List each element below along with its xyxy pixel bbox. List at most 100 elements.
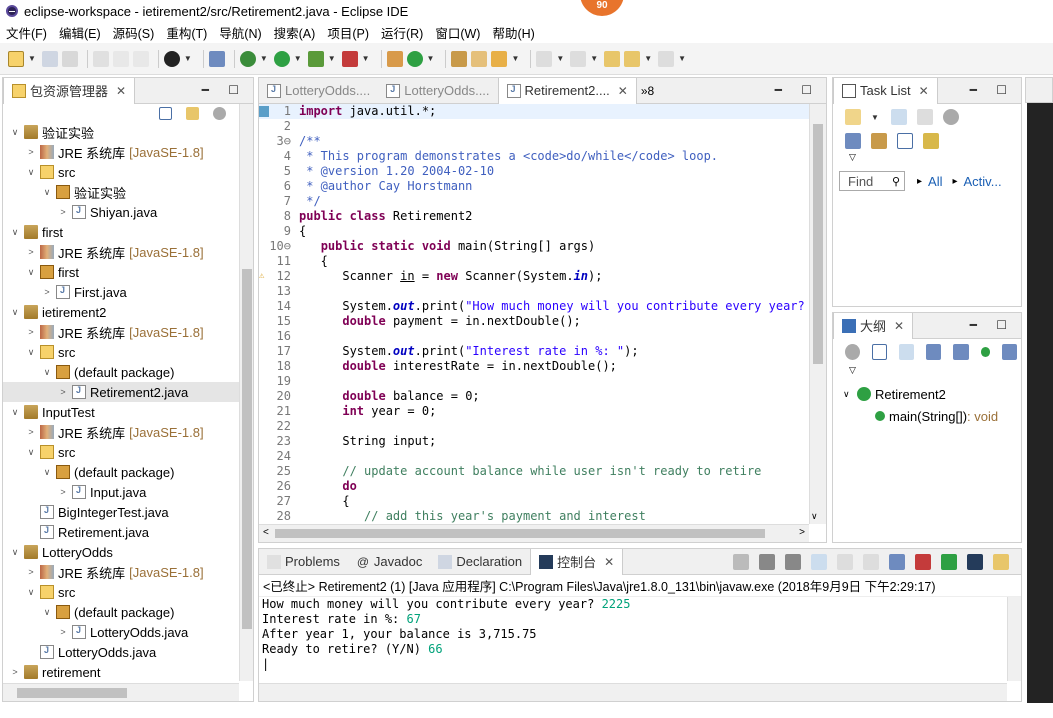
expand-arrow-icon[interactable]: ∨: [25, 587, 37, 598]
open-type-icon[interactable]: [451, 50, 468, 67]
tree-item[interactable]: > JRE 系统库 [JavaSE-1.8]: [3, 142, 239, 162]
expand-arrow-icon[interactable]: ∨: [9, 407, 21, 418]
tree-item[interactable]: ∨ ietirement2: [3, 302, 239, 322]
tree-item[interactable]: ∨ src: [3, 162, 239, 182]
editor-scrollbar-vertical[interactable]: ∨: [809, 104, 826, 524]
collapse-all-icon[interactable]: [897, 133, 913, 149]
expand-arrow-icon[interactable]: >: [57, 487, 69, 497]
display-console-icon[interactable]: [967, 554, 983, 570]
expand-arrow-icon[interactable]: >: [41, 287, 53, 297]
tab-outline[interactable]: 大纲 ✕: [833, 312, 914, 339]
show-whitespace-icon[interactable]: [132, 50, 149, 67]
last-edit-location-icon[interactable]: [604, 50, 621, 67]
tab-overflow-button[interactable]: »8: [641, 84, 654, 98]
tree-item[interactable]: ∨ InputTest: [3, 402, 239, 422]
remove-all-icon[interactable]: [785, 554, 801, 570]
synchronize-icon[interactable]: [923, 133, 939, 149]
expand-arrow-icon[interactable]: ∨: [9, 227, 21, 238]
minimize-maximize-icon[interactable]: ━ ☐: [970, 318, 1015, 332]
tree-item[interactable]: BigIntegerTest.java: [3, 502, 239, 522]
tree-item[interactable]: > Input.java: [3, 482, 239, 502]
focus-task-icon[interactable]: [213, 106, 227, 120]
view-menu-icon[interactable]: ▽: [833, 152, 1021, 166]
tab-declaration[interactable]: Declaration: [430, 549, 530, 575]
refactor-icon[interactable]: [112, 50, 129, 67]
filter-completed-icon[interactable]: [845, 133, 861, 149]
scheduled-icon[interactable]: [916, 109, 933, 125]
close-icon[interactable]: ✕: [618, 84, 628, 98]
expand-arrow-icon[interactable]: ∨: [41, 467, 53, 478]
console-output[interactable]: How much money will you contribute every…: [259, 597, 1007, 681]
categorize-icon[interactable]: [890, 109, 907, 125]
close-icon[interactable]: ✕: [894, 319, 904, 333]
expand-arrow-icon[interactable]: ∨: [9, 127, 21, 138]
focus-icon[interactable]: [942, 109, 959, 125]
tree-item[interactable]: > JRE 系统库 [JavaSE-1.8]: [3, 242, 239, 262]
tree-item[interactable]: ∨ 验证实验: [3, 182, 239, 202]
show-on-stdout-icon[interactable]: [889, 554, 905, 570]
hide-subtasks-icon[interactable]: [871, 133, 887, 149]
new-java-class-icon[interactable]: [406, 50, 423, 67]
tab-lotteryodds-1[interactable]: LotteryOdds....: [259, 78, 378, 104]
tree-item[interactable]: ∨ first: [3, 222, 239, 242]
expand-arrow-icon[interactable]: ∨: [25, 267, 37, 278]
expand-arrow-icon[interactable]: >: [57, 207, 69, 217]
save-all-icon[interactable]: [61, 50, 78, 67]
tab-console[interactable]: 控制台 ✕: [530, 548, 624, 575]
tab-javadoc[interactable]: @ Javadoc: [348, 549, 430, 575]
clear-console-icon[interactable]: [811, 554, 827, 570]
menu-item-6[interactable]: 项目(P): [327, 23, 369, 42]
tab-package-explorer[interactable]: 包资源管理器 ✕: [3, 77, 136, 104]
menu-item-5[interactable]: 搜索(A): [274, 23, 316, 42]
collapse-all-icon[interactable]: [872, 344, 888, 360]
tree-item[interactable]: > Shiyan.java: [3, 202, 239, 222]
tree-item[interactable]: Retirement.java: [3, 522, 239, 542]
search-icon[interactable]: [491, 50, 508, 67]
profile-icon[interactable]: [163, 50, 180, 67]
focus-icon[interactable]: [845, 344, 861, 360]
scroll-down-icon[interactable]: ∨: [811, 511, 818, 522]
tree-item[interactable]: ∨ src: [3, 582, 239, 602]
activate-task-link[interactable]: Activ...: [964, 174, 1002, 189]
tab-problems[interactable]: Problems: [259, 549, 348, 575]
tree-item[interactable]: ∨ (default package): [3, 362, 239, 382]
new-java-package-icon[interactable]: [386, 50, 403, 67]
code-editor[interactable]: 1 import java.util.*; 2 3⊖/** 4 * This progr…: [259, 104, 809, 524]
expand-arrow-icon[interactable]: >: [57, 627, 69, 637]
tab-retirement2[interactable]: Retirement2....✕: [497, 77, 637, 104]
scroll-lock-icon[interactable]: [837, 554, 853, 570]
menu-item-2[interactable]: 源码(S): [113, 23, 155, 42]
expand-arrow-icon[interactable]: ∨: [41, 367, 53, 378]
terminate-icon[interactable]: [733, 554, 749, 570]
hide-local-types-icon[interactable]: [1001, 344, 1017, 360]
expand-arrow-icon[interactable]: >: [57, 387, 69, 397]
right-view-tab[interactable]: [1025, 77, 1053, 103]
minimize-maximize-icon[interactable]: ━ ☐: [775, 83, 820, 97]
minimize-maximize-icon[interactable]: ━ ☐: [970, 83, 1015, 97]
expand-arrow-icon[interactable]: ∨: [843, 389, 857, 400]
expand-arrow-icon[interactable]: >: [25, 327, 37, 337]
open-task-icon[interactable]: [471, 50, 488, 67]
remove-launch-icon[interactable]: [759, 554, 775, 570]
previous-annotation-icon[interactable]: [570, 50, 587, 67]
explorer-scrollbar-vertical[interactable]: [239, 104, 253, 681]
expand-arrow-icon[interactable]: ∨: [41, 187, 53, 198]
tree-item[interactable]: ∨ 验证实验: [3, 122, 239, 142]
back-icon[interactable]: [624, 50, 641, 67]
outline-class-row[interactable]: ∨ Retirement2: [833, 383, 1021, 405]
view-menu-icon[interactable]: ▽: [833, 365, 1021, 383]
pin-console-icon[interactable]: [941, 554, 957, 570]
word-wrap-icon[interactable]: [863, 554, 879, 570]
coverage-icon[interactable]: [307, 50, 324, 67]
close-icon[interactable]: ✕: [604, 555, 614, 569]
menu-item-8[interactable]: 窗口(W): [435, 23, 480, 42]
tree-item[interactable]: > retirement: [3, 662, 239, 681]
hide-non-public-icon[interactable]: [980, 347, 990, 357]
console-scrollbar-vertical[interactable]: [1007, 597, 1021, 681]
editor-scrollbar-horizontal[interactable]: < >: [259, 524, 809, 542]
new-dropdown-icon[interactable]: ▼: [28, 54, 36, 63]
save-icon[interactable]: [41, 50, 58, 67]
expand-arrow-icon[interactable]: ∨: [9, 307, 21, 318]
console-scrollbar-horizontal[interactable]: [259, 683, 1007, 701]
tree-item[interactable]: ∨ src: [3, 442, 239, 462]
